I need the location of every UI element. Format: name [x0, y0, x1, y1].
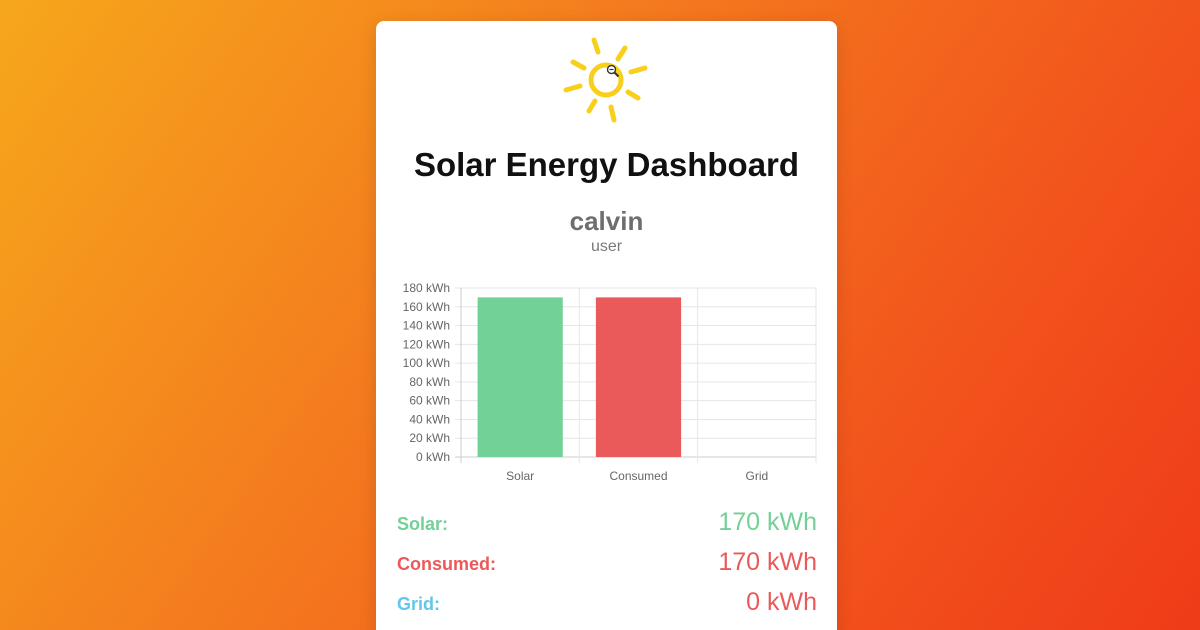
stat-label: Consumed: [397, 554, 496, 574]
y-tick-label: 20 kWh [409, 431, 450, 445]
x-tick-label: Solar [506, 469, 534, 483]
energy-bar-chart: 0 kWh 20 kWh 40 kWh 60 kWh 80 kWh 100 kWh 120 … [403, 281, 817, 483]
y-tick-label: 40 kWh [409, 412, 450, 426]
sun-icon [563, 37, 648, 123]
y-tick-label: 0 kWh [416, 450, 450, 464]
stat-row: Grid: 0 kWh [397, 588, 817, 620]
y-tick-label: 140 kWh [403, 319, 450, 333]
stat-row: Consumed: 170 kWh [397, 548, 817, 580]
stat-value: 0 kWh [746, 588, 817, 616]
zoom-cursor-icon [606, 64, 620, 78]
stat-value: 170 kWh [718, 508, 817, 536]
bar-consumed[interactable] [595, 297, 682, 457]
bar-solar[interactable] [477, 297, 563, 457]
user-name: calvin [569, 206, 644, 236]
y-tick-label: 80 kWh [409, 375, 450, 389]
stat-value: 170 kWh [718, 548, 817, 576]
x-tick-label: Consumed [609, 469, 667, 483]
y-tick-label: 180 kWh [403, 281, 450, 295]
y-tick-label: 160 kWh [403, 300, 450, 314]
stat-row: Solar: 170 kWh [397, 508, 817, 540]
y-tick-label: 60 kWh [409, 394, 450, 408]
page-title: Solar Energy Dashboard [413, 146, 800, 183]
y-tick-label: 100 kWh [403, 356, 450, 370]
stat-label: Grid: [397, 594, 440, 614]
x-tick-label: Grid [745, 469, 768, 483]
y-tick-label: 120 kWh [403, 337, 450, 351]
user-role: user [590, 238, 623, 255]
stat-label: Solar: [397, 514, 449, 534]
